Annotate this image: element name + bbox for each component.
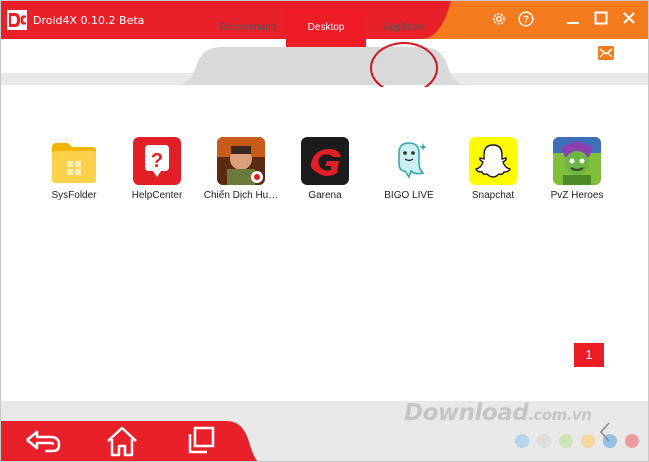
watermark-dot (625, 434, 639, 448)
help-icon[interactable]: ? (517, 11, 535, 29)
watermark-dot (537, 434, 551, 448)
app-pvz-heroes[interactable]: PvZ Heroes (537, 137, 617, 201)
watermark-dot (515, 434, 529, 448)
snapchat-icon (469, 137, 517, 185)
window-title: Droid4X 0.10.2 Beta (33, 14, 145, 27)
watermark-suffix: .com.vn (528, 406, 592, 424)
tab-tray (176, 47, 468, 85)
garena-icon (301, 137, 349, 185)
app-label: Garena (308, 190, 342, 201)
watermark-dot (581, 434, 595, 448)
gear-icon[interactable] (490, 11, 508, 29)
recent-apps-icon[interactable] (181, 423, 221, 459)
svg-text:?: ? (151, 150, 163, 172)
watermark-logo: Download.com.vn (404, 400, 592, 426)
watermark-text: Download (404, 400, 529, 426)
close-icon[interactable] (620, 11, 638, 29)
app-label: Chiến Dịch Hu… (203, 190, 279, 201)
tab-appstore[interactable]: AppStore (366, 9, 442, 47)
folder-icon (52, 143, 96, 183)
app-label: HelpCenter (131, 190, 183, 201)
app-bigo-live[interactable]: BIGO LIVE (369, 137, 449, 201)
bigo-live-icon (385, 137, 433, 185)
app-label: SysFolder (51, 190, 97, 201)
app-snapchat[interactable]: Snapchat (453, 137, 533, 201)
chevron-left-icon[interactable] (598, 421, 612, 443)
tab-recommand[interactable]: Recommand (206, 9, 290, 47)
app-label: PvZ Heroes (550, 190, 604, 201)
svg-text:?: ? (523, 15, 529, 26)
tab-desktop[interactable]: Desktop (286, 9, 366, 47)
desktop-area: SysFolder ? HelpCenter Chiến Dịch Hu… Ga… (1, 87, 648, 401)
app-garena[interactable]: Garena (285, 137, 365, 201)
app-sysfolder[interactable]: SysFolder (34, 137, 114, 201)
watermark-dot (559, 434, 573, 448)
page-indicator[interactable]: 1 (574, 343, 604, 367)
app-label: BIGO LIVE (384, 190, 434, 201)
droid4x-window: Droid4X 0.10.2 Beta ? Recommand Desktop … (0, 0, 649, 462)
home-icon[interactable] (102, 423, 142, 459)
maximize-icon[interactable] (592, 11, 610, 29)
mail-icon[interactable] (598, 46, 614, 60)
minimize-icon[interactable] (564, 11, 582, 29)
app-label: Snapchat (471, 190, 515, 201)
game-icon (217, 137, 265, 185)
back-icon[interactable] (23, 423, 63, 459)
help-center-icon: ? (133, 137, 181, 185)
pvz-heroes-icon (553, 137, 601, 185)
droid4x-logo-icon (7, 10, 27, 30)
app-chien-dich[interactable]: Chiến Dịch Hu… (201, 137, 281, 201)
app-helpcenter[interactable]: ? HelpCenter (117, 137, 197, 201)
